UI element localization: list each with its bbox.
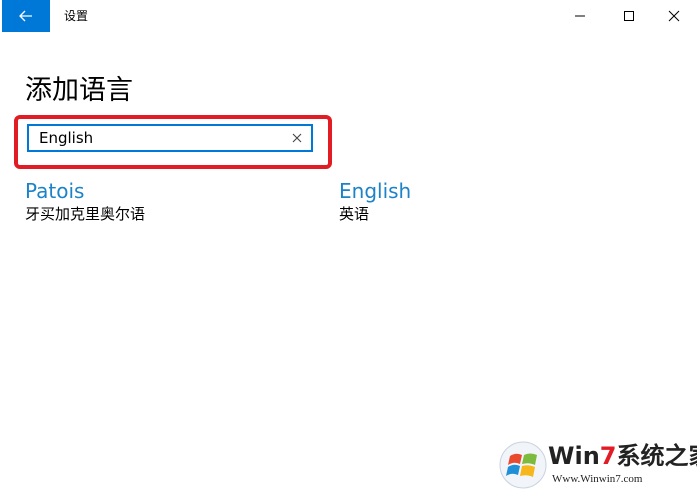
language-native-name: 英语	[339, 205, 370, 223]
page-title: 添加语言	[25, 75, 133, 107]
language-native-name: 牙买加克里奥尔语	[25, 205, 146, 223]
arrow-left-icon	[19, 10, 32, 22]
maximize-button[interactable]	[606, 0, 652, 32]
minimize-button[interactable]	[557, 0, 603, 32]
language-search-box[interactable]	[27, 124, 313, 152]
language-name: Patois	[25, 179, 85, 203]
clear-x-icon	[292, 133, 302, 143]
close-button[interactable]	[651, 0, 697, 32]
window-title: 设置	[64, 9, 89, 23]
watermark-brand: Win7系统之家	[548, 442, 697, 470]
language-name: English	[339, 179, 412, 203]
language-result-english[interactable]: English 英语	[339, 178, 411, 224]
site-watermark: Win7系统之家 Www.Winwin7.com	[496, 436, 697, 492]
maximize-icon	[624, 11, 634, 21]
windows-logo-icon	[499, 441, 547, 489]
language-result-patois[interactable]: Patois 牙买加克里奥尔语	[25, 178, 145, 224]
clear-search-button[interactable]	[289, 130, 305, 146]
minimize-icon	[575, 15, 585, 17]
language-search-input[interactable]	[39, 128, 279, 148]
watermark-url: Www.Winwin7.com	[552, 473, 643, 485]
title-bar: 设置	[0, 0, 697, 32]
close-icon	[668, 10, 680, 22]
back-button[interactable]	[2, 0, 50, 32]
